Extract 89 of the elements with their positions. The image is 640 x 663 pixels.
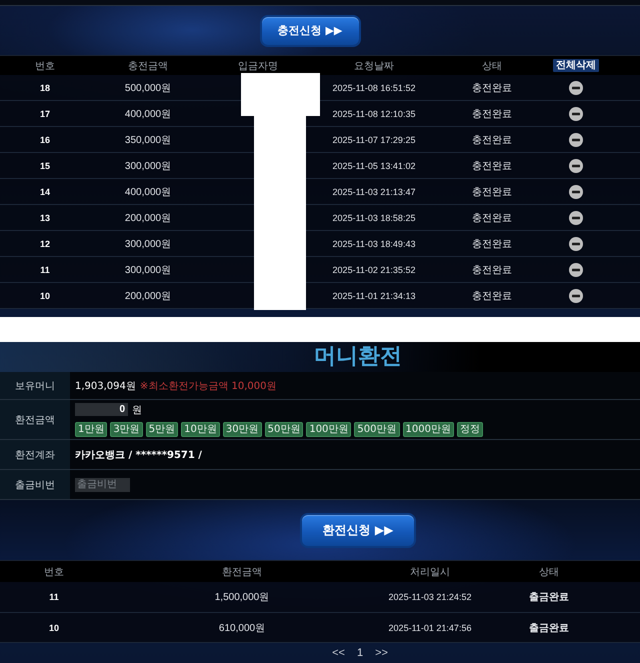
request-date: 2025-11-01 21:34:13 (332, 290, 416, 300)
quick-amount-button[interactable]: 1만원 (75, 422, 108, 436)
quick-amount-button[interactable]: 3만원 (110, 422, 143, 436)
row-number: 18 (40, 82, 50, 92)
status-text: 충전완료 (472, 108, 512, 120)
minimum-note: ※최소환전가능금액 10,000원 (140, 380, 276, 392)
status-text: 충전완료 (472, 212, 512, 224)
status-text: 출금완료 (529, 622, 569, 634)
status-text: 충전완료 (472, 290, 512, 302)
status-text: 충전완료 (472, 160, 512, 172)
column-header: 상태 (539, 566, 559, 578)
quick-amount-button[interactable]: 100만원 (306, 422, 352, 436)
unit-label: 원 (132, 404, 142, 416)
column-header: 상태 (482, 60, 502, 72)
balance-value: 1,903,094원 (75, 380, 136, 392)
row-number: 17 (40, 108, 50, 118)
minus-circle-icon[interactable] (569, 236, 583, 250)
minus-circle-icon[interactable] (569, 106, 583, 120)
row-number: 10 (48, 622, 59, 632)
password-input[interactable]: 출금비번 (75, 478, 130, 492)
row-number: 11 (40, 264, 50, 274)
page-link[interactable]: 1 (356, 647, 364, 659)
charge-amount: 350,000원 (124, 134, 172, 146)
request-date: 2025-11-03 21:13:47 (332, 186, 416, 196)
status-text: 충전완료 (472, 238, 512, 250)
row-number: 11 (49, 592, 59, 602)
minus-circle-icon[interactable] (569, 288, 583, 302)
processed-date: 2025-11-03 21:24:52 (388, 592, 472, 602)
quick-amount-button[interactable]: 정정 (456, 422, 483, 436)
quick-amount-button[interactable]: 500만원 (354, 422, 400, 436)
field-label: 환전금액 (15, 414, 55, 426)
row-number: 12 (40, 238, 50, 248)
minus-circle-icon[interactable] (569, 80, 583, 94)
request-date: 2025-11-08 12:10:35 (332, 108, 416, 118)
status-text: 충전완료 (472, 82, 512, 94)
request-date: 2025-11-02 21:35:52 (332, 264, 416, 274)
minus-circle-icon[interactable] (569, 132, 583, 146)
column-header: 환전금액 (222, 566, 262, 578)
charge-amount: 200,000원 (124, 212, 172, 224)
charge-amount: 300,000원 (124, 160, 172, 172)
field-label: 환전계좌 (15, 448, 55, 462)
request-date: 2025-11-03 18:49:43 (332, 238, 416, 248)
request-date: 2025-11-05 13:41:02 (332, 160, 416, 170)
charge-amount: 400,000원 (124, 186, 172, 198)
status-text: 충전완료 (472, 186, 512, 198)
exchange-amount: 1,500,000원 (214, 591, 270, 604)
column-header: 충전금액 (128, 60, 168, 72)
column-header: 요청날짜 (354, 60, 394, 72)
charge-request-button[interactable]: 충전신청 ▶▶ (262, 16, 358, 44)
column-header: 번호 (35, 60, 55, 72)
status-text: 충전완료 (472, 264, 512, 276)
quick-amount-button[interactable]: 1000만원 (402, 422, 454, 436)
minus-circle-icon[interactable] (569, 184, 583, 198)
charge-amount: 300,000원 (124, 264, 172, 276)
status-text: 출금완료 (529, 591, 569, 604)
minus-circle-icon[interactable] (569, 262, 583, 276)
quick-amount-button[interactable]: 10만원 (181, 422, 220, 436)
request-date: 2025-11-03 18:58:25 (332, 212, 416, 222)
minus-circle-icon[interactable] (569, 158, 583, 172)
status-text: 충전완료 (472, 134, 512, 146)
delete-all-button[interactable]: 전체삭제 (553, 59, 599, 72)
row-number: 10 (40, 290, 50, 300)
amount-input[interactable]: 0 (75, 403, 128, 416)
request-date: 2025-11-08 16:51:52 (332, 82, 416, 92)
charge-amount: 300,000원 (124, 238, 172, 250)
request-date: 2025-11-07 17:29:25 (332, 134, 416, 144)
column-header: 번호 (44, 566, 64, 578)
charge-amount: 200,000원 (124, 290, 172, 302)
account-value: 카카오뱅크 / ******9571 / (75, 448, 203, 462)
field-label: 출금비번 (15, 478, 55, 492)
processed-date: 2025-11-01 21:47:56 (388, 622, 472, 632)
row-number: 13 (40, 212, 50, 222)
column-header: 입금자명 (238, 60, 278, 72)
row-number: 14 (40, 186, 50, 196)
exchange-amount: 610,000원 (218, 622, 266, 634)
row-number: 15 (40, 160, 50, 170)
exchange-request-button[interactable]: 환전신청 ▶▶ (302, 514, 414, 546)
section-title: 머니환전 (314, 346, 402, 368)
charge-amount: 500,000원 (124, 82, 172, 94)
minus-circle-icon[interactable] (569, 210, 583, 224)
row-number: 16 (40, 134, 50, 144)
quick-amount-button[interactable]: 30만원 (222, 422, 262, 436)
quick-amount-button[interactable]: 50만원 (264, 422, 304, 436)
quick-amount-button[interactable]: 5만원 (146, 422, 178, 436)
field-label: 보유머니 (15, 380, 55, 392)
next-page-link[interactable]: >> (375, 647, 388, 659)
column-header: 처리일시 (410, 566, 450, 578)
previous-page-link[interactable]: << (332, 647, 345, 659)
charge-amount: 400,000원 (124, 108, 172, 120)
